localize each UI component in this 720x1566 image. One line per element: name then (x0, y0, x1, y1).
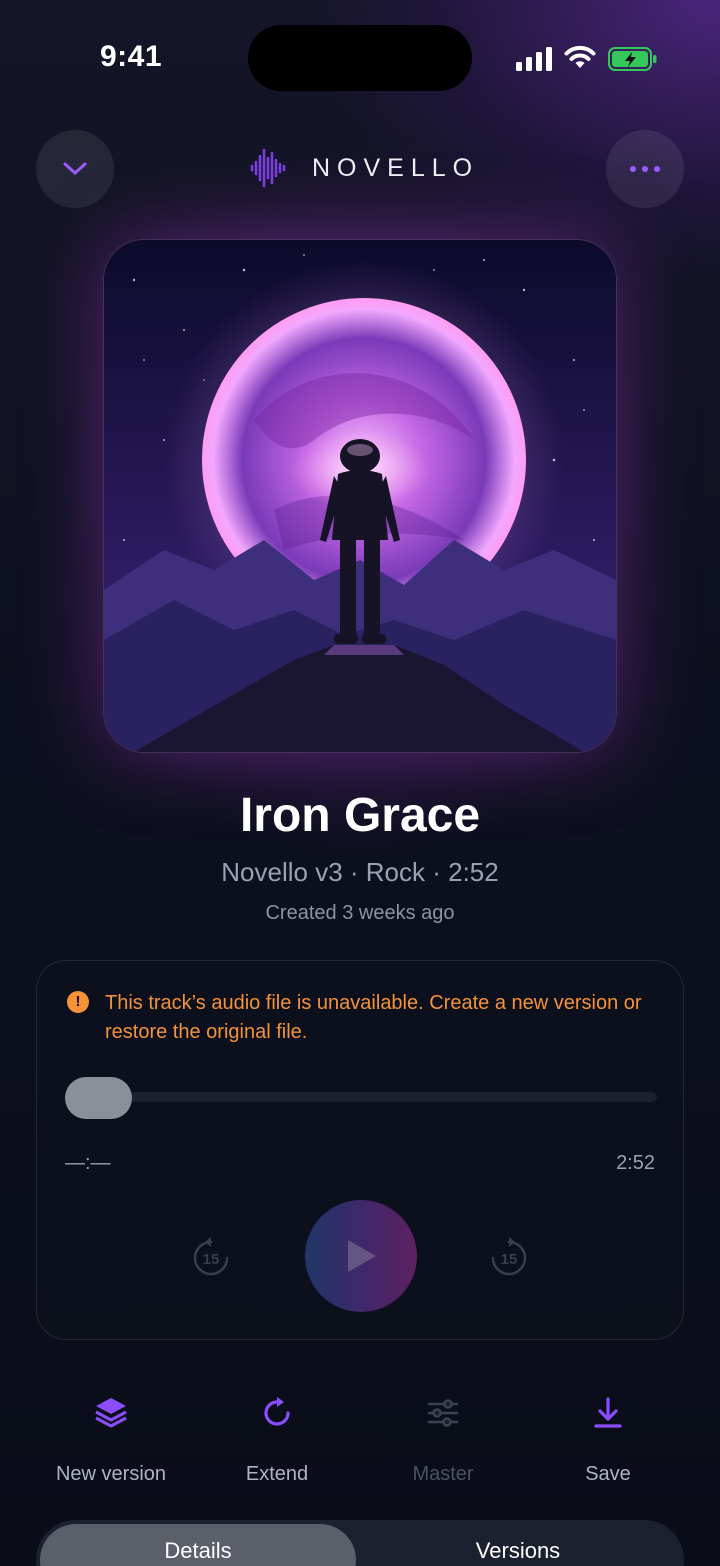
skip-forward-15-button[interactable]: 15 (487, 1236, 531, 1280)
dynamic-island (248, 25, 472, 91)
forward-15-icon: 15 (491, 1237, 527, 1276)
collapse-button[interactable] (36, 130, 114, 208)
tab-bar: Details Versions (36, 1520, 684, 1566)
elapsed-time: —:— (65, 1152, 111, 1174)
track-created: Created 3 weeks ago (265, 902, 455, 924)
skip-forward-label: 15 (501, 1251, 518, 1268)
save-button[interactable]: Save (533, 1378, 683, 1486)
player-card: ! This track’s audio file is unavailable… (36, 960, 684, 1340)
more-horizontal-icon (630, 166, 660, 172)
track-title: Iron Grace (239, 789, 481, 842)
tab-versions[interactable]: Versions (360, 1538, 676, 1564)
rewind-15-icon: 15 (193, 1237, 229, 1276)
extend-label: Extend (245, 1463, 309, 1485)
chevron-down-icon (63, 162, 87, 175)
skip-back-label: 15 (203, 1251, 220, 1268)
wifi-icon (564, 45, 596, 68)
progress-scrubber[interactable] (65, 1077, 132, 1119)
skip-back-15-button[interactable]: 15 (189, 1236, 233, 1280)
status-time: 9:41 (100, 40, 163, 73)
play-icon (348, 1240, 376, 1272)
album-artwork-image (104, 240, 616, 752)
logo-text: NOVELLO (312, 153, 480, 182)
status-bar: 9:41 (0, 0, 720, 110)
warning-message: This track’s audio file is unavailable. … (105, 992, 642, 1043)
album-artwork (104, 240, 616, 752)
play-button[interactable] (305, 1200, 417, 1312)
more-options-button[interactable] (606, 130, 684, 208)
warning-icon: ! (67, 991, 89, 1013)
master-label: Master (412, 1463, 474, 1485)
download-icon (594, 1397, 622, 1428)
cellular-signal-icon (516, 47, 552, 71)
save-label: Save (585, 1463, 631, 1485)
track-meta: Novello v3 · Rock · 2:52 (221, 857, 499, 887)
master-button[interactable]: Master (368, 1378, 518, 1486)
total-duration: 2:52 (616, 1152, 655, 1174)
app-logo: NOVELLO (250, 148, 479, 188)
extend-button[interactable]: Extend (202, 1378, 352, 1486)
tab-details-label[interactable]: Details (40, 1538, 356, 1564)
waveform-icon (250, 148, 286, 188)
new-version-label: New version (55, 1463, 167, 1485)
layers-icon (95, 1398, 127, 1428)
battery-charging-icon (608, 47, 657, 71)
sliders-icon (427, 1399, 459, 1427)
refresh-icon (264, 1397, 290, 1426)
new-version-button[interactable]: New version (36, 1378, 186, 1486)
progress-track[interactable] (65, 1092, 657, 1102)
